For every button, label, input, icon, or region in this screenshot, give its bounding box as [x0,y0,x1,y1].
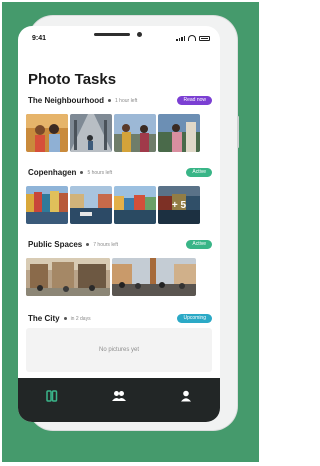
power-button [237,116,239,148]
section-header: Public Spaces 7 hours left [28,240,118,249]
section-header: Copenhagen 5 hours left [28,168,112,177]
photo-thumbnail[interactable] [158,114,200,152]
separator-dot [86,243,90,246]
tab-people[interactable] [104,386,134,406]
photo-strip [26,258,196,296]
status-badge[interactable]: Active [186,168,212,177]
status-badge[interactable]: Upcoming [177,314,212,323]
more-photos-count: + 5 [158,186,200,224]
section-time-left: 5 hours left [87,169,113,176]
separator-dot [108,99,111,102]
photo-thumbnail[interactable] [26,114,68,152]
wifi-icon [188,35,196,41]
front-camera [137,32,142,37]
photo-thumbnail[interactable] [26,186,68,224]
photo-thumbnail[interactable] [114,186,156,224]
photo-thumbnail[interactable] [114,114,156,152]
section-header: The City in 2 days [28,314,91,323]
section-header: The Neighbourhood 1 hour left [28,96,137,105]
tab-bar [18,378,220,422]
photo-thumbnail[interactable] [26,258,110,296]
photo-thumbnail[interactable] [70,114,112,152]
page-title: Photo Tasks [28,71,117,88]
separator-dot [80,171,84,174]
tab-photos[interactable] [37,386,67,406]
signal-icon [176,36,185,41]
empty-placeholder: No pictures yet [26,328,212,372]
photo-thumbnail[interactable] [112,258,196,296]
battery-icon [199,36,210,41]
section-title: The City [28,314,60,323]
photo-thumbnail-more[interactable]: + 5 [158,186,200,224]
photos-icon [45,390,57,402]
photo-thumbnail[interactable] [70,186,112,224]
app-screen: 9:41 Photo Tasks The Neighbourhood 1 hou… [18,26,220,422]
separator-dot [63,317,67,320]
section-title: Public Spaces [28,240,83,249]
section-time-left: 1 hour left [115,97,138,104]
status-icons [176,35,210,41]
profile-icon [181,390,192,402]
section-time-left: 7 hours left [93,241,118,248]
people-icon [111,391,126,401]
status-bar: 9:41 [18,26,220,48]
section-title: Copenhagen [28,168,77,177]
status-badge[interactable]: Active [186,240,212,249]
section-title: The Neighbourhood [28,96,104,105]
status-badge[interactable]: Read now [177,96,212,105]
status-time: 9:41 [32,35,47,42]
speaker [94,33,130,36]
photo-strip: + 5 [26,186,200,224]
section-time-left: in 2 days [70,315,91,322]
photo-strip [26,114,200,152]
tab-profile[interactable] [171,386,201,406]
